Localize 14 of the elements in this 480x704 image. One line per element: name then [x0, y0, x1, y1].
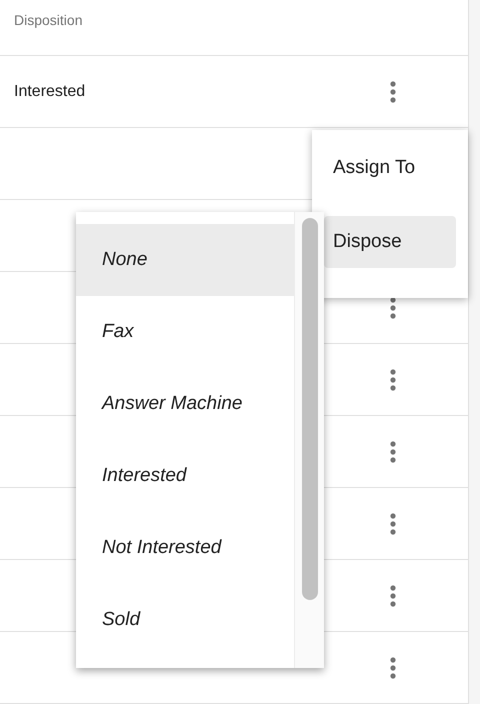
scrollbar-thumb[interactable]: [302, 218, 318, 600]
more-options-icon[interactable]: [390, 656, 396, 678]
table-cell: Interested: [14, 82, 86, 100]
more-options-icon[interactable]: [390, 80, 396, 102]
more-options-icon[interactable]: [390, 512, 396, 534]
menu-item[interactable]: Dispose: [324, 216, 456, 268]
more-options-icon[interactable]: [390, 584, 396, 606]
dropdown-option[interactable]: None: [76, 224, 294, 296]
more-options-icon[interactable]: [390, 296, 396, 318]
column-header: Disposition: [14, 11, 82, 30]
scrollbar[interactable]: [294, 212, 324, 668]
more-options-icon[interactable]: [390, 368, 396, 390]
menu-item[interactable]: Assign To: [324, 142, 456, 194]
more-options-icon[interactable]: [390, 440, 396, 462]
